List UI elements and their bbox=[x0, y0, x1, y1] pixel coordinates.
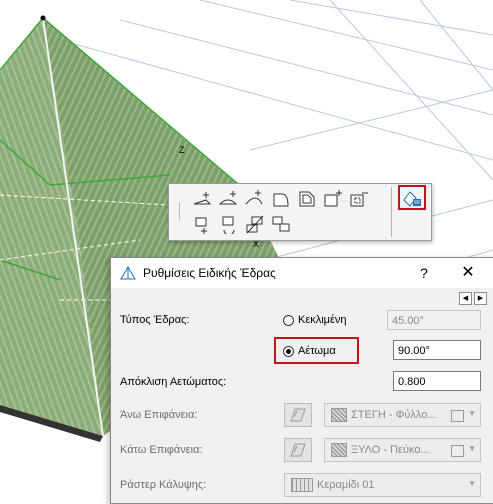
surface-browse-icon bbox=[451, 445, 464, 457]
radio-sloped-label: Κεκλιμένη bbox=[298, 314, 347, 326]
cover-fill-value: Κεραμίδι 01 bbox=[317, 479, 375, 491]
surface-swatch-icon bbox=[331, 408, 347, 422]
top-surface-combo: ΣΤΕΓΗ - Φύλλο... ▼ bbox=[324, 403, 481, 427]
curved-edge-icon bbox=[218, 191, 238, 205]
dialog-nav-arrows: ◀ ▶ bbox=[457, 292, 487, 310]
custom-plane-settings-button[interactable] bbox=[398, 185, 426, 210]
move-icon bbox=[195, 217, 207, 234]
nav-left-arrow-icon[interactable]: ◀ bbox=[459, 292, 472, 305]
offset-edge-icon bbox=[273, 193, 289, 207]
roof-plane-icon bbox=[120, 266, 136, 280]
polygon-subtract-icon bbox=[350, 192, 368, 207]
top-surface-value: ΣΤΕΓΗ - Φύλλο... bbox=[351, 409, 437, 421]
chevron-down-icon: ▼ bbox=[468, 409, 476, 418]
help-button[interactable]: ? bbox=[414, 263, 434, 283]
custom-plane-settings-icon bbox=[403, 190, 421, 207]
rotate-icon bbox=[222, 216, 235, 234]
cover-fill-combo: Κεραμίδι 01 ▼ bbox=[284, 473, 481, 497]
palette-separator bbox=[391, 187, 392, 237]
mirror-icon bbox=[246, 215, 264, 234]
dialog-title: Ρυθμίσεις Ειδικής Έδρας bbox=[143, 266, 276, 280]
surface-override-icon bbox=[290, 443, 306, 457]
radio-gable-label: Αέτωμα bbox=[298, 345, 336, 357]
chevron-down-icon: ▼ bbox=[468, 444, 476, 453]
add-vertex-button[interactable] bbox=[191, 187, 215, 209]
rotate-button[interactable] bbox=[217, 213, 241, 235]
radio-gable[interactable]: Αέτωμα bbox=[283, 345, 336, 357]
offset-all-edges-icon bbox=[299, 191, 315, 207]
arc-edge-button[interactable] bbox=[243, 187, 267, 209]
bottom-surface-combo: ΞΥΛΟ - Πεύκο... ▼ bbox=[324, 438, 481, 462]
move-button[interactable] bbox=[191, 213, 215, 235]
top-surface-label: Άνω Επιφάνεια: bbox=[120, 409, 198, 421]
add-vertex-icon bbox=[193, 192, 212, 205]
close-button[interactable]: ✕ bbox=[457, 263, 479, 283]
chevron-down-icon: ▼ bbox=[468, 479, 476, 488]
gable-angle-field[interactable]: 90.00° bbox=[393, 340, 481, 360]
bottom-surface-value: ΞΥΛΟ - Πεύκο... bbox=[351, 444, 430, 456]
multiply-icon bbox=[272, 216, 290, 232]
curved-edge-button[interactable] bbox=[217, 187, 241, 209]
nav-right-arrow-icon[interactable]: ▶ bbox=[474, 292, 487, 305]
gable-offset-label: Απόκλιση Αετώματος: bbox=[120, 376, 227, 388]
surface-override-icon bbox=[290, 408, 306, 422]
radio-gable-dot[interactable] bbox=[283, 345, 294, 357]
custom-plane-settings-dialog: Ρυθμίσεις Ειδικής Έδρας ? ✕ ◀ ▶ Τύπος Έδρ… bbox=[110, 257, 493, 504]
arc-edge-icon bbox=[245, 190, 263, 205]
top-surface-override-button bbox=[284, 403, 312, 427]
palette-grip bbox=[179, 202, 180, 220]
polygon-add-button[interactable] bbox=[321, 187, 345, 209]
polygon-subtract-button[interactable] bbox=[347, 187, 371, 209]
bottom-surface-label: Κάτω Επιφάνεια: bbox=[120, 444, 203, 456]
mirror-button[interactable] bbox=[243, 213, 267, 235]
axis-z-label: Z bbox=[179, 145, 185, 155]
cover-fill-label: Ράστερ Κάλυψης: bbox=[120, 479, 207, 491]
plane-type-label: Τύπος Έδρας: bbox=[120, 314, 190, 326]
gable-offset-field[interactable]: 0.800 bbox=[393, 371, 481, 391]
pet-palette bbox=[168, 183, 432, 241]
offset-all-edges-button[interactable] bbox=[295, 187, 319, 209]
polygon-add-icon bbox=[324, 190, 342, 207]
multiply-button[interactable] bbox=[269, 213, 293, 235]
cover-fill-swatch-icon bbox=[291, 478, 313, 492]
radio-sloped-dot[interactable] bbox=[283, 314, 294, 326]
bottom-surface-override-button bbox=[284, 438, 312, 462]
offset-edge-button[interactable] bbox=[269, 187, 293, 209]
dialog-titlebar[interactable]: Ρυθμίσεις Ειδικής Έδρας ? ✕ bbox=[111, 258, 493, 288]
slope-angle-field: 45.00° bbox=[387, 310, 481, 330]
radio-sloped[interactable]: Κεκλιμένη bbox=[283, 314, 347, 326]
surface-browse-icon bbox=[451, 410, 464, 422]
surface-swatch-icon bbox=[331, 443, 347, 457]
